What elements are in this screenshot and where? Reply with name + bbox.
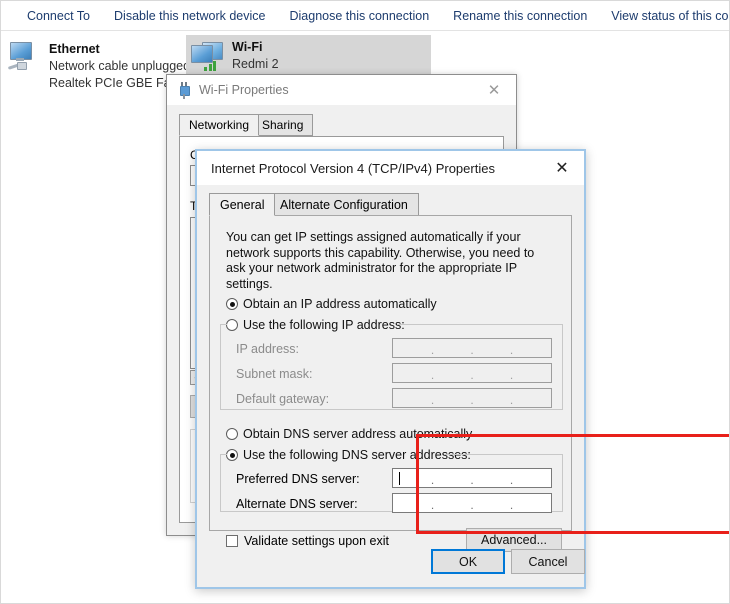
default-gateway-label: Default gateway:	[236, 392, 329, 406]
ok-button[interactable]: OK	[431, 549, 505, 574]
close-icon[interactable]: ✕	[472, 75, 516, 105]
cancel-button[interactable]: Cancel	[511, 549, 585, 574]
adapter-status: Redmi 2	[232, 56, 397, 73]
subnet-mask-label: Subnet mask:	[236, 367, 312, 381]
ipv4-properties-dialog: Internet Protocol Version 4 (TCP/IPv4) P…	[195, 149, 586, 589]
adapter-name: Wi-Fi	[232, 39, 397, 56]
ip-address-label: IP address:	[236, 342, 299, 356]
radio-obtain-dns-automatically[interactable]: Obtain DNS server address automatically	[226, 427, 472, 441]
tab-alternate-configuration[interactable]: Alternate Configuration	[269, 193, 419, 216]
radio-icon[interactable]	[226, 428, 238, 440]
radio-obtain-ip-automatically[interactable]: Obtain an IP address automatically	[226, 297, 437, 311]
preferred-dns-input[interactable]: . . .	[392, 468, 552, 488]
default-gateway-input: . . .	[392, 388, 552, 408]
radio-label: Use the following DNS server addresses:	[243, 448, 471, 462]
tab-sharing[interactable]: Sharing	[252, 114, 313, 136]
ipv4-dialog-tabstrip: General Alternate Configuration	[209, 193, 572, 217]
toolbar-item-rename[interactable]: Rename this connection	[441, 2, 599, 30]
radio-use-following-ip[interactable]: Use the following IP address:	[226, 318, 405, 332]
network-plug-icon	[178, 82, 190, 99]
radio-icon[interactable]	[226, 449, 238, 461]
ipv4-description: You can get IP settings assigned automat…	[226, 230, 555, 292]
wifi-adapter-icon	[190, 39, 224, 73]
network-connections-toolbar: Connect To Disable this network device D…	[1, 1, 730, 31]
dns-group-divider-topleft	[220, 454, 227, 455]
ipv4-dialog-body: General Alternate Configuration You can …	[197, 185, 584, 587]
ipv4-dialog-title: Internet Protocol Version 4 (TCP/IPv4) P…	[211, 161, 495, 176]
alternate-dns-input[interactable]: . . .	[392, 493, 552, 513]
radio-label: Obtain DNS server address automatically	[243, 427, 472, 441]
adapter-status: Network cable unplugged	[49, 58, 205, 75]
tab-general[interactable]: General	[209, 193, 275, 216]
toolbar-item-diagnose[interactable]: Diagnose this connection	[277, 2, 441, 30]
checkbox-label: Validate settings upon exit	[244, 534, 389, 548]
ipv4-general-panel: You can get IP settings assigned automat…	[209, 215, 572, 531]
radio-icon[interactable]	[226, 319, 238, 331]
radio-icon[interactable]	[226, 298, 238, 310]
ipv4-dialog-titlebar[interactable]: Internet Protocol Version 4 (TCP/IPv4) P…	[197, 151, 584, 185]
dns-group-divider-left	[220, 454, 221, 512]
dns-group-divider	[444, 454, 562, 455]
wifi-dialog-titlebar[interactable]: Wi-Fi Properties ✕	[167, 75, 516, 105]
tab-networking[interactable]: Networking	[179, 114, 259, 136]
radio-use-following-dns[interactable]: Use the following DNS server addresses:	[226, 448, 471, 462]
ip-group-divider-right	[562, 324, 563, 410]
screen-root: Connect To Disable this network device D…	[0, 0, 730, 604]
dns-group-divider-right	[562, 454, 563, 512]
ip-address-input: . . .	[392, 338, 552, 358]
radio-label: Obtain an IP address automatically	[243, 297, 437, 311]
toolbar-item-view-status[interactable]: View status of this connec	[599, 2, 730, 30]
wifi-dialog-tabstrip: Networking Sharing	[179, 114, 504, 137]
validate-settings-checkbox[interactable]: Validate settings upon exit	[226, 534, 389, 548]
text-caret	[399, 472, 400, 485]
toolbar-item-disable-device[interactable]: Disable this network device	[102, 2, 277, 30]
wifi-dialog-title: Wi-Fi Properties	[199, 83, 289, 97]
network-adapter-icon	[7, 41, 41, 75]
alternate-dns-label: Alternate DNS server:	[236, 497, 358, 511]
ip-group-divider	[397, 324, 562, 325]
adapter-name: Ethernet	[49, 41, 205, 58]
ip-group-divider-topleft	[220, 324, 227, 325]
ip-group-divider-left	[220, 324, 221, 410]
adapter-tile-ethernet[interactable]: Ethernet Network cable unplugged Realtek…	[3, 37, 179, 96]
ip-group-divider-bottom	[220, 409, 563, 410]
checkbox-icon[interactable]	[226, 535, 238, 547]
subnet-mask-input: . . .	[392, 363, 552, 383]
preferred-dns-label: Preferred DNS server:	[236, 472, 360, 486]
toolbar-item-connect-to[interactable]: Connect To	[1, 2, 102, 30]
radio-label: Use the following IP address:	[243, 318, 405, 332]
close-icon[interactable]: ✕	[540, 151, 584, 184]
